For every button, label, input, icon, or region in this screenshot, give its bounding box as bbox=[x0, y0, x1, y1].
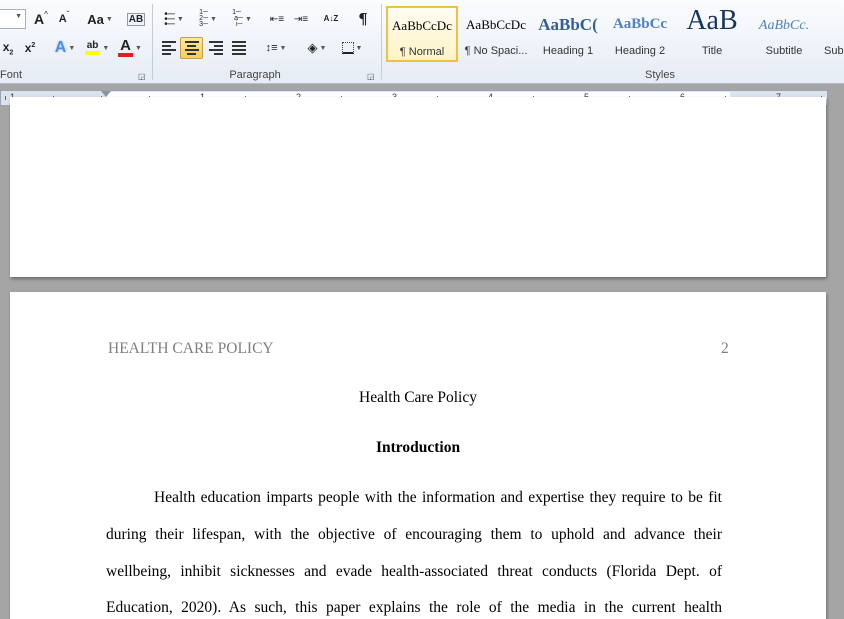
style-sample: AaB bbox=[686, 5, 738, 36]
clear-formatting-icon: AB bbox=[126, 12, 146, 26]
style-heading-1[interactable]: AaBbC( Heading 1 bbox=[532, 6, 604, 62]
style-subtitle[interactable]: AaBbCc. Subtitle bbox=[748, 6, 820, 62]
font-color-button[interactable]: A ▼ bbox=[114, 37, 146, 59]
numbering-button[interactable]: 1─ 2─ 3─ ▼ bbox=[192, 8, 224, 30]
ribbon: ▼ A ^ Aˇ Aa ▼ AB x2 x2 A ▼ ab ▼ A ▼ Font ◲ •─… bbox=[0, 0, 844, 84]
style-name: Sub bbox=[824, 45, 843, 57]
page-1[interactable] bbox=[10, 97, 826, 277]
style-name: Heading 2 bbox=[614, 45, 666, 57]
paragraph-dialog-launcher-icon[interactable]: ◲ bbox=[367, 72, 375, 81]
numbered-list-icon: 1─ 2─ 3─ bbox=[199, 9, 208, 28]
style-no-spacing[interactable]: AaBbCcDc ¶ No Spaci... bbox=[460, 6, 532, 62]
style-name: ¶ No Spaci... bbox=[464, 45, 528, 57]
increase-indent-button[interactable]: ⇥≡ bbox=[290, 8, 312, 30]
align-right-button[interactable] bbox=[204, 37, 227, 59]
text-effects-icon: A bbox=[54, 39, 67, 56]
text-effects-button[interactable]: A ▼ bbox=[50, 37, 80, 59]
grow-font-icon: A bbox=[34, 11, 45, 27]
section-heading[interactable]: Introduction bbox=[10, 439, 826, 457]
font-size-box[interactable]: ▼ bbox=[0, 9, 26, 29]
superscript-icon: x2 bbox=[24, 41, 36, 55]
align-center-button[interactable] bbox=[180, 37, 203, 59]
shading-button[interactable]: ◈ ▼ bbox=[300, 37, 334, 59]
subscript-icon: x2 bbox=[2, 39, 14, 57]
body-line[interactable]: Education, 2020). As such, this paper ex… bbox=[106, 599, 722, 617]
style-heading-2[interactable]: AaBbCc Heading 2 bbox=[604, 6, 676, 62]
pilcrow-icon: ¶ bbox=[358, 10, 368, 28]
body-line[interactable]: Health education imparts people with the… bbox=[154, 489, 722, 507]
multilevel-list-button[interactable]: 1─ a─ i─ ▼ bbox=[226, 8, 258, 30]
style-sample: AaBbCcDc bbox=[466, 17, 526, 32]
ruler-tick bbox=[5, 96, 6, 100]
style-sample: AaBbC( bbox=[538, 15, 598, 34]
decrease-indent-icon: ⇤≡ bbox=[269, 13, 285, 25]
align-left-icon bbox=[161, 41, 176, 55]
styles-group-label: Styles bbox=[645, 69, 675, 81]
running-header[interactable]: HEALTH CARE POLICY bbox=[108, 340, 274, 358]
shrink-font-button[interactable]: Aˇ bbox=[53, 8, 75, 30]
sort-button[interactable]: A↓Z bbox=[320, 8, 342, 30]
change-case-button[interactable]: Aa ▼ bbox=[84, 8, 116, 30]
chevron-down-icon[interactable]: ▼ bbox=[15, 13, 22, 20]
style-sample: AaBbCcDc bbox=[392, 18, 452, 33]
style-sample: AaBbCc. bbox=[758, 18, 810, 33]
shrink-font-icon: A bbox=[58, 13, 67, 25]
subscript-button[interactable]: x2 bbox=[0, 37, 18, 59]
font-group-label: Font bbox=[0, 69, 23, 81]
paragraph-group-label: Paragraph bbox=[229, 69, 281, 81]
align-right-icon bbox=[208, 41, 223, 55]
style-normal[interactable]: AaBbCcDc ¶ Normal bbox=[386, 6, 458, 62]
style-name: ¶ Normal bbox=[399, 46, 445, 58]
show-hide-marks-button[interactable]: ¶ bbox=[352, 8, 374, 30]
font-color-icon: A bbox=[118, 38, 133, 57]
align-left-button[interactable] bbox=[157, 37, 180, 59]
decrease-indent-button[interactable]: ⇤≡ bbox=[266, 8, 288, 30]
change-case-icon: Aa bbox=[87, 11, 104, 27]
justify-icon bbox=[231, 41, 246, 55]
bullet-list-icon: •─ •─ •─ bbox=[164, 8, 175, 30]
clear-formatting-button[interactable]: AB bbox=[124, 8, 148, 30]
body-line[interactable]: during their lifespan, with the objectiv… bbox=[106, 526, 722, 544]
group-divider bbox=[381, 4, 382, 80]
style-sample: AaBbCc bbox=[612, 16, 668, 32]
bullets-button[interactable]: •─ •─ •─ ▼ bbox=[158, 8, 190, 30]
align-center-icon bbox=[184, 41, 199, 55]
line-spacing-button[interactable]: ↕≡ ▼ bbox=[260, 37, 292, 59]
page-number[interactable]: 2 bbox=[721, 340, 729, 358]
multilevel-list-icon: 1─ a─ i─ bbox=[232, 9, 243, 28]
grow-font-button[interactable]: A ^ bbox=[30, 8, 52, 30]
highlight-button[interactable]: ab ▼ bbox=[80, 37, 114, 59]
font-dialog-launcher-icon[interactable]: ◲ bbox=[138, 72, 146, 81]
style-name: Title bbox=[701, 45, 723, 57]
increase-indent-icon: ⇥≡ bbox=[293, 13, 309, 25]
sort-icon: A↓Z bbox=[323, 14, 339, 23]
line-spacing-icon: ↕≡ bbox=[265, 42, 278, 54]
borders-button[interactable]: ▼ bbox=[336, 37, 368, 59]
styles-gallery: AaBbCcDc ¶ Normal AaBbCcDc ¶ No Spaci...… bbox=[386, 4, 844, 64]
borders-icon bbox=[341, 42, 354, 54]
superscript-button[interactable]: x2 bbox=[20, 37, 40, 59]
style-name: Subtitle bbox=[765, 45, 803, 57]
highlight-icon: ab bbox=[84, 41, 101, 55]
justify-button[interactable] bbox=[227, 37, 250, 59]
body-line[interactable]: wellbeing, inhibit sicknesses and evade … bbox=[106, 563, 722, 581]
style-subtle[interactable]: Sub bbox=[820, 6, 844, 62]
paint-bucket-icon: ◈ bbox=[307, 40, 318, 55]
style-title[interactable]: AaB Title bbox=[676, 5, 748, 62]
page-2[interactable]: HEALTH CARE POLICY 2 Health Care Policy … bbox=[10, 292, 826, 619]
document-workspace[interactable]: HEALTH CARE POLICY 2 Health Care Policy … bbox=[0, 97, 844, 619]
group-divider bbox=[152, 4, 153, 80]
document-title[interactable]: Health Care Policy bbox=[10, 389, 826, 407]
style-name: Heading 1 bbox=[542, 45, 594, 57]
